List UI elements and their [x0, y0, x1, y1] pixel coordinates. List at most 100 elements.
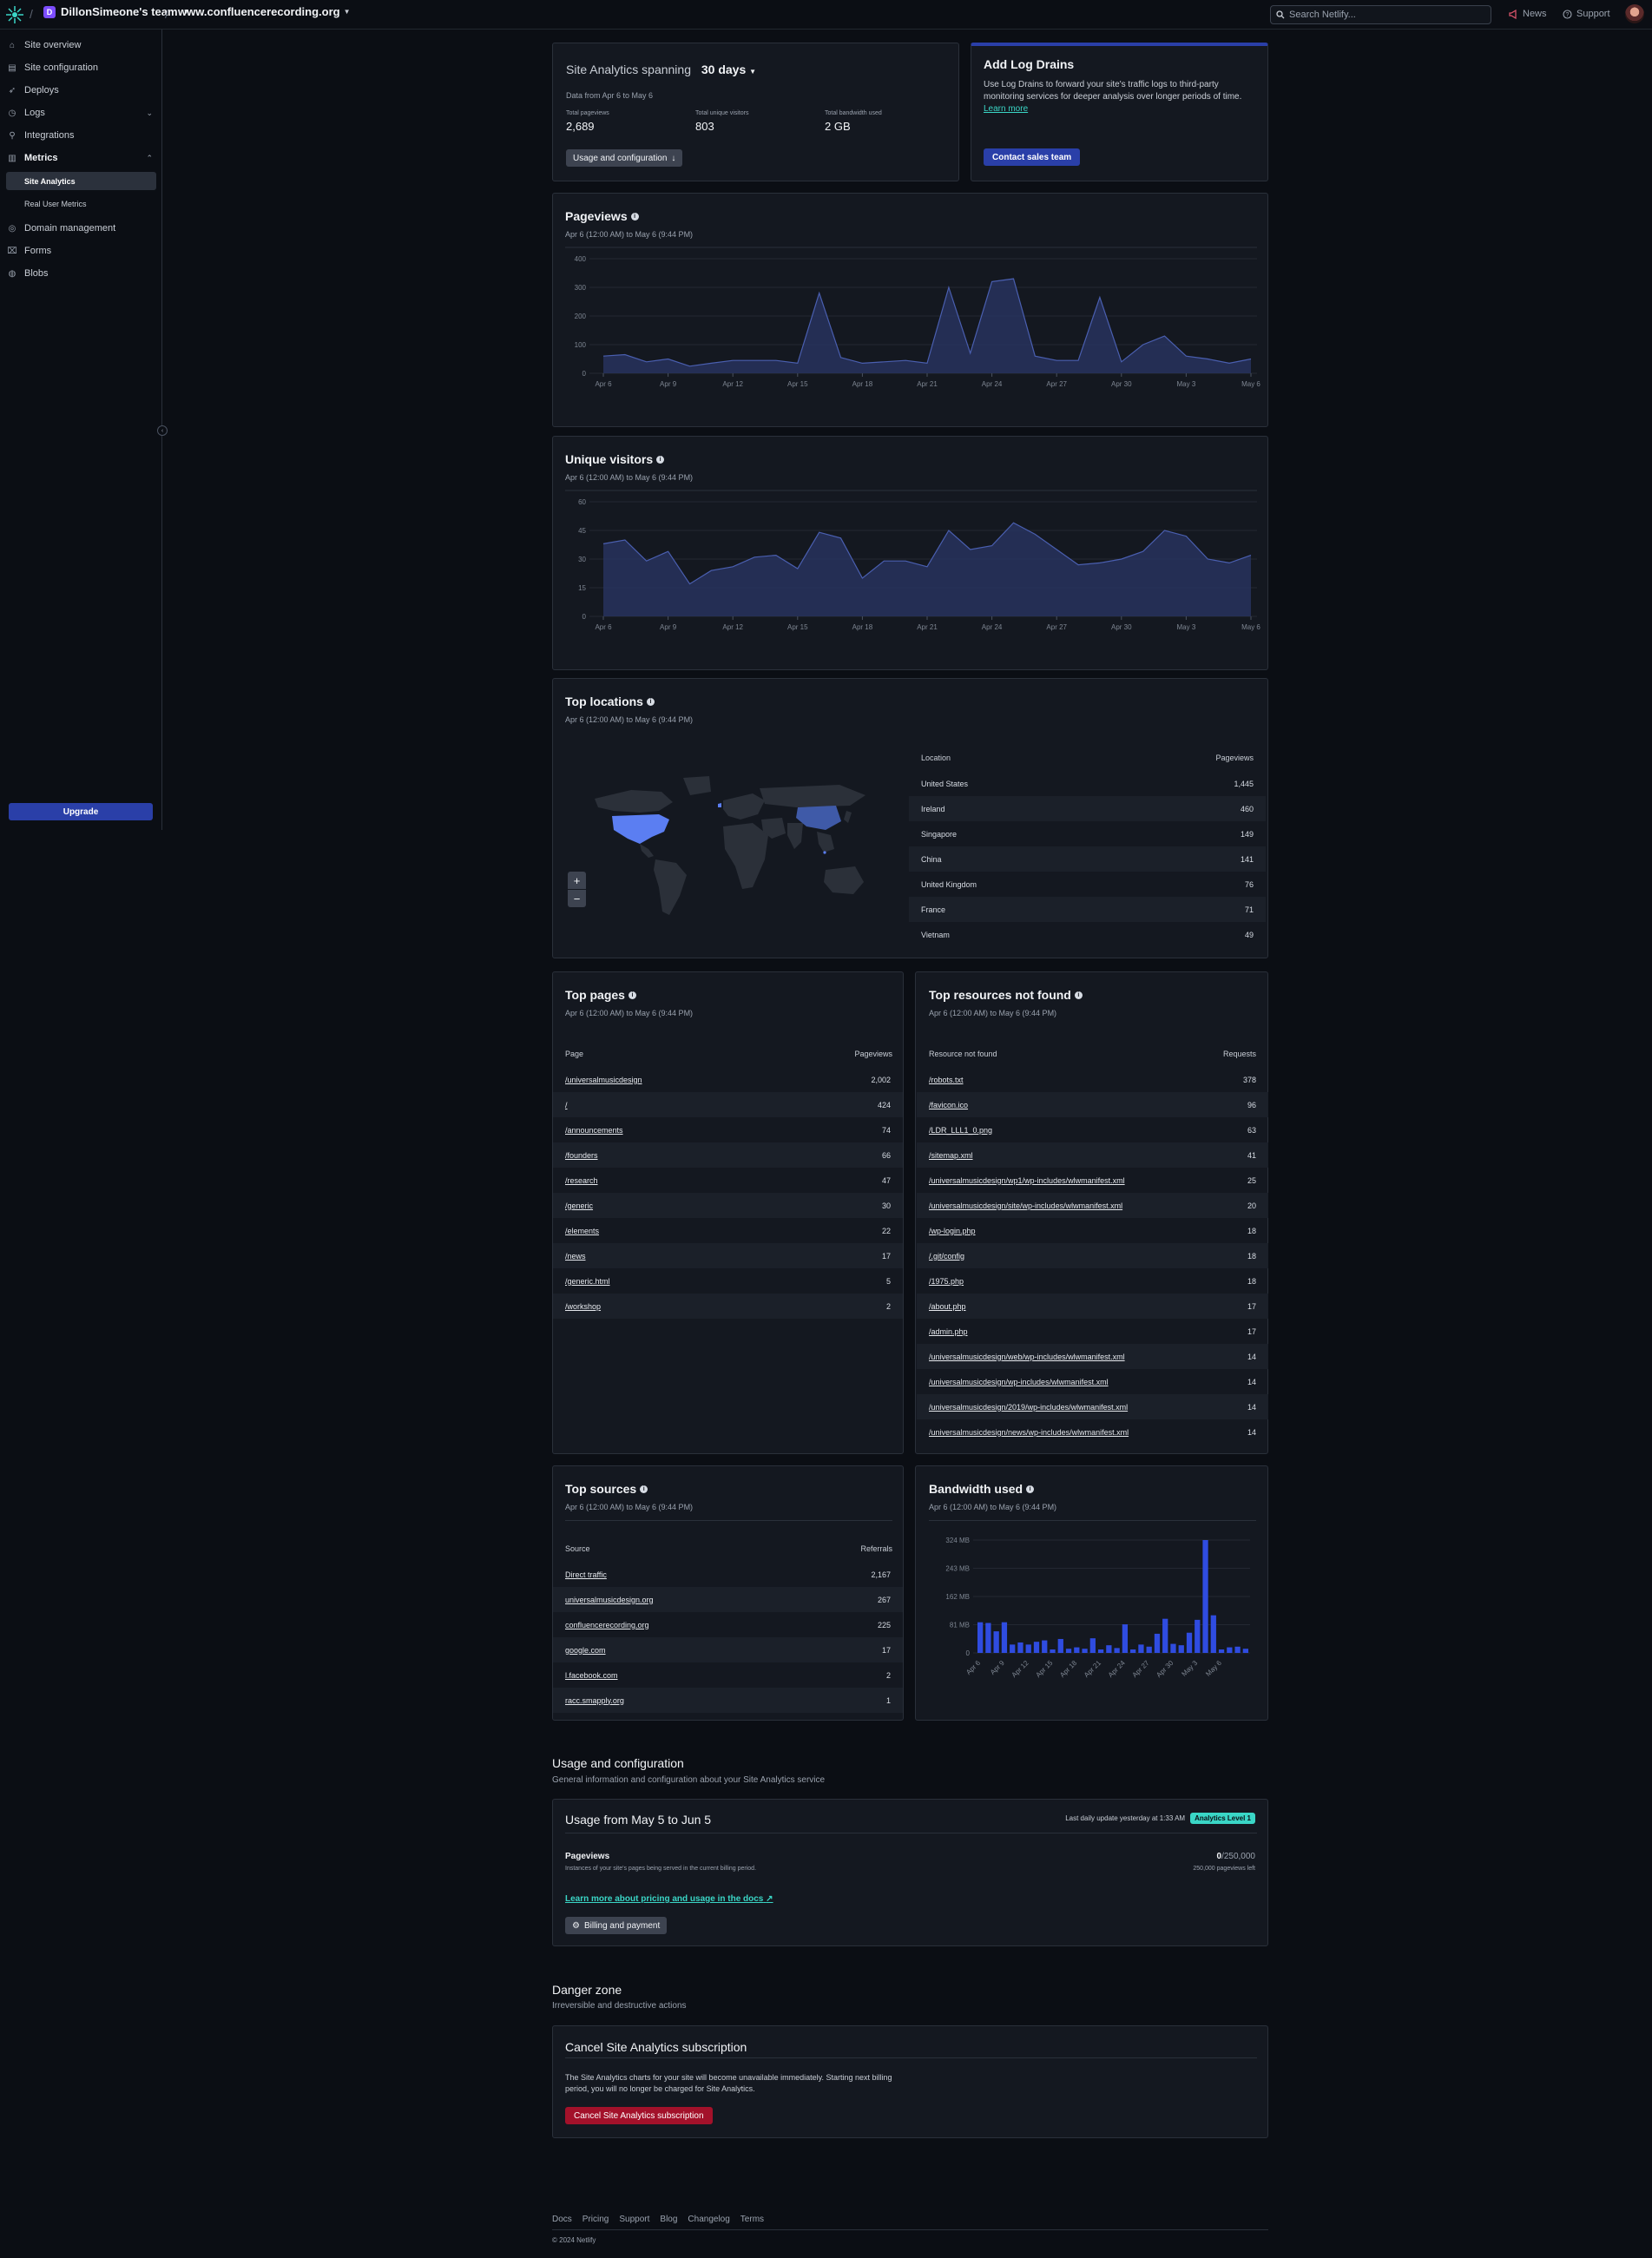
- data-point[interactable]: [1097, 295, 1102, 300]
- zoom-out-button[interactable]: −: [568, 890, 586, 907]
- data-point[interactable]: [925, 564, 930, 569]
- data-point[interactable]: [753, 359, 757, 363]
- data-point[interactable]: [990, 280, 994, 284]
- row-label[interactable]: google.com: [565, 1646, 606, 1655]
- footer-link-support[interactable]: Support: [619, 2215, 649, 2224]
- footer-link-changelog[interactable]: Changelog: [688, 2215, 729, 2224]
- usage-and-configuration-button[interactable]: Usage and configuration ↓: [566, 149, 683, 167]
- source-row[interactable]: l.facebook.com 2: [553, 1662, 903, 1688]
- sidebar-item-deploys[interactable]: ➶ Deploys: [7, 81, 156, 100]
- row-label[interactable]: /workshop: [565, 1302, 601, 1311]
- bandwidth-bar[interactable]: [1195, 1619, 1201, 1653]
- data-point[interactable]: [1227, 361, 1232, 365]
- not-found-row[interactable]: /robots.txt 378: [917, 1067, 1268, 1092]
- data-point[interactable]: [1141, 550, 1145, 554]
- data-point[interactable]: [1055, 548, 1059, 552]
- data-point[interactable]: [990, 543, 994, 548]
- data-point[interactable]: [622, 538, 627, 543]
- data-point[interactable]: [1184, 534, 1188, 538]
- site-switcher[interactable]: www.confluencerecording.org ▼: [178, 5, 351, 18]
- page-row[interactable]: /announcements 74: [553, 1117, 903, 1142]
- sidebar-item-domain-management[interactable]: ◎ Domain management: [7, 219, 156, 238]
- data-point[interactable]: [1227, 561, 1232, 565]
- footer-link-blog[interactable]: Blog: [660, 2215, 677, 2224]
- data-point[interactable]: [839, 355, 843, 359]
- bandwidth-bar[interactable]: [1202, 1540, 1208, 1653]
- sidebar-item-real-user-metrics[interactable]: Real User Metrics: [6, 194, 156, 213]
- row-label[interactable]: /generic.html: [565, 1277, 610, 1286]
- learn-more-link[interactable]: Learn more: [984, 104, 1028, 114]
- data-point[interactable]: [968, 548, 972, 552]
- bandwidth-bar[interactable]: [1154, 1633, 1161, 1653]
- data-point[interactable]: [817, 530, 821, 535]
- not-found-row[interactable]: /about.php 17: [917, 1294, 1268, 1319]
- data-point[interactable]: [839, 536, 843, 540]
- page-row[interactable]: /research 47: [553, 1168, 903, 1193]
- row-label[interactable]: /.git/config: [929, 1252, 964, 1261]
- data-point[interactable]: [1011, 521, 1016, 525]
- page-row[interactable]: /generic.html 5: [553, 1268, 903, 1294]
- not-found-row[interactable]: /universalmusicdesign/news/wp-includes/w…: [917, 1419, 1268, 1445]
- info-icon[interactable]: i: [640, 1484, 648, 1493]
- data-point[interactable]: [882, 559, 886, 563]
- sidebar-item-blobs[interactable]: ◍ Blobs: [7, 264, 156, 283]
- not-found-row[interactable]: /sitemap.xml 41: [917, 1142, 1268, 1168]
- bandwidth-bar[interactable]: [1146, 1646, 1152, 1653]
- collapse-sidebar-button[interactable]: ‹: [157, 425, 168, 436]
- row-label[interactable]: /admin.php: [929, 1327, 968, 1336]
- data-point[interactable]: [1076, 563, 1081, 567]
- range-dropdown[interactable]: 30 days ▼: [701, 63, 756, 76]
- page-row[interactable]: /universalmusicdesign 2,002: [553, 1067, 903, 1092]
- footer-link-terms[interactable]: Terms: [740, 2215, 764, 2224]
- row-label[interactable]: /founders: [565, 1151, 598, 1160]
- data-point[interactable]: [1206, 357, 1210, 361]
- bandwidth-bar[interactable]: [993, 1631, 999, 1653]
- data-point[interactable]: [1119, 359, 1123, 364]
- data-point[interactable]: [709, 569, 714, 573]
- row-label[interactable]: /universalmusicdesign/web/wp-includes/wl…: [929, 1353, 1125, 1361]
- source-row[interactable]: universalmusicdesign.org 267: [553, 1587, 903, 1612]
- data-point[interactable]: [731, 564, 735, 569]
- bandwidth-bar[interactable]: [1050, 1649, 1056, 1653]
- bandwidth-bar[interactable]: [1097, 1649, 1104, 1653]
- search-input[interactable]: [1289, 10, 1480, 20]
- contact-sales-button[interactable]: Contact sales team: [984, 148, 1081, 166]
- not-found-row[interactable]: /wp-login.php 18: [917, 1218, 1268, 1243]
- page-row[interactable]: /generic 30: [553, 1193, 903, 1218]
- bandwidth-bar[interactable]: [1057, 1638, 1063, 1653]
- data-point[interactable]: [946, 529, 951, 533]
- bandwidth-bar[interactable]: [1186, 1632, 1193, 1653]
- page-row[interactable]: /elements 22: [553, 1218, 903, 1243]
- bandwidth-bar[interactable]: [1010, 1644, 1016, 1653]
- bandwidth-bar[interactable]: [1218, 1649, 1225, 1653]
- bandwidth-bar[interactable]: [1033, 1642, 1040, 1653]
- data-point[interactable]: [644, 359, 648, 364]
- news-button[interactable]: News: [1509, 9, 1547, 19]
- data-point[interactable]: [860, 576, 865, 581]
- bandwidth-bar[interactable]: [1138, 1644, 1144, 1653]
- row-label[interactable]: Direct traffic: [565, 1570, 607, 1579]
- data-point[interactable]: [688, 582, 692, 586]
- world-map[interactable]: [579, 766, 874, 922]
- page-row[interactable]: /founders 66: [553, 1142, 903, 1168]
- not-found-row[interactable]: /universalmusicdesign/site/wp-includes/w…: [917, 1193, 1268, 1218]
- bandwidth-bar[interactable]: [1025, 1644, 1031, 1653]
- bandwidth-bar[interactable]: [1017, 1642, 1023, 1653]
- row-label[interactable]: /universalmusicdesign: [565, 1076, 642, 1084]
- data-point[interactable]: [1184, 354, 1188, 359]
- bandwidth-bar[interactable]: [1114, 1648, 1120, 1653]
- not-found-row[interactable]: /universalmusicdesign/2019/wp-includes/w…: [917, 1394, 1268, 1419]
- support-button[interactable]: ? Support: [1563, 9, 1610, 19]
- data-point[interactable]: [925, 361, 930, 365]
- not-found-row[interactable]: /favicon.ico 96: [917, 1092, 1268, 1117]
- source-row[interactable]: racc.smapply.org 1: [553, 1688, 903, 1713]
- info-icon[interactable]: i: [656, 455, 665, 464]
- row-label[interactable]: /robots.txt: [929, 1076, 964, 1084]
- data-point[interactable]: [795, 361, 800, 365]
- sidebar-item-logs[interactable]: ◷ Logs ⌄: [7, 103, 156, 122]
- data-point[interactable]: [602, 542, 606, 546]
- zoom-in-button[interactable]: +: [568, 872, 586, 889]
- row-label[interactable]: /1975.php: [929, 1277, 964, 1286]
- row-label[interactable]: /about.php: [929, 1302, 966, 1311]
- data-point[interactable]: [1141, 343, 1145, 347]
